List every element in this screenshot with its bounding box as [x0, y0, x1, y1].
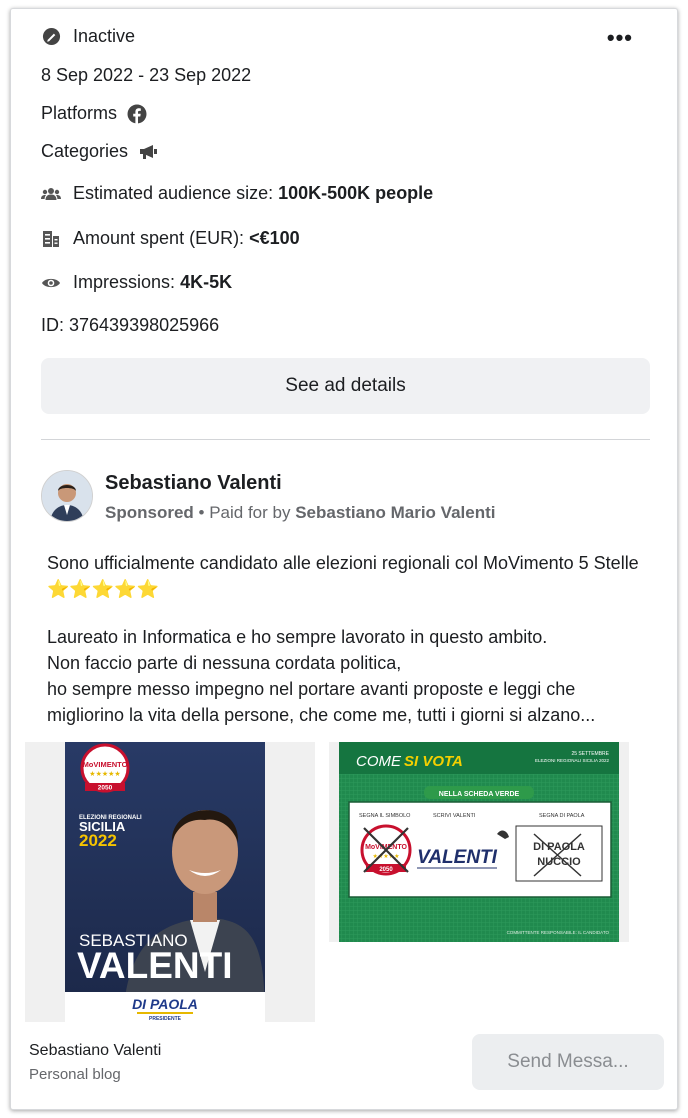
ad-card: Inactive ••• 8 Sep 2022 - 23 Sep 2022 Pl…	[10, 8, 678, 1110]
ballot-title-b: SI VOTA	[404, 753, 463, 770]
see-ad-details-button[interactable]: See ad details	[41, 358, 650, 414]
post-text-line: migliorino la vita della persone, che co…	[47, 705, 596, 725]
sponsored-line: Sponsored • Paid for by Sebastiano Mario…	[105, 503, 495, 523]
impressions-value: 4K-5K	[180, 272, 233, 292]
status-label: Inactive	[73, 26, 136, 46]
post-text: Sono ufficialmente candidato alle elezio…	[47, 550, 647, 728]
post-text-line: Sono ufficialmente candidato alle elezio…	[47, 553, 639, 599]
spent-row: Amount spent (EUR): <€100	[41, 228, 300, 249]
spent-label: Amount spent (EUR):	[73, 228, 245, 248]
footer-page-name[interactable]: Sebastiano Valenti	[29, 1042, 161, 1060]
poster-logo-text: MoVIMENTO	[83, 760, 128, 769]
sponsored-label: Sponsored	[105, 503, 194, 522]
ballot-title-a: COME	[356, 753, 402, 770]
post-text-line: ho sempre messo impegno nel portare avan…	[47, 679, 576, 699]
ad-id: ID: 376439398025966	[41, 315, 220, 335]
ballot-image[interactable]: COME SI VOTA 25 SETTEMBRE ELEZIONI REGIO…	[329, 742, 629, 942]
categories-label: Categories	[41, 141, 129, 161]
eye-icon	[41, 273, 61, 293]
impressions-row: Impressions: 4K-5K	[41, 272, 232, 293]
status-row: Inactive	[41, 26, 135, 47]
ballot-col3-label: SEGNA DI PAOLA	[539, 813, 585, 819]
svg-text:★★★★★: ★★★★★	[89, 770, 120, 778]
poster-footer-name: DI PAOLA	[132, 996, 198, 1012]
inactive-icon	[41, 27, 61, 47]
poster-image[interactable]: MoVIMENTO ★★★★★ 2050 ELEZIONI REGIONALI …	[25, 742, 315, 1022]
ballot-footnote: COMMITTENTE RESPONSABILE: IL CANDIDATO	[507, 930, 610, 935]
ballot-banner: NELLA SCHEDA VERDE	[439, 791, 520, 798]
ballot-write-in: VALENTI	[417, 847, 498, 868]
money-icon	[41, 229, 61, 249]
platforms-row: Platforms	[41, 103, 147, 124]
audience-label: Estimated audience size:	[73, 183, 274, 203]
poster-logo-year: 2050	[98, 785, 113, 792]
paid-for-name: Sebastiano Mario Valenti	[295, 503, 496, 522]
impressions-label: Impressions:	[73, 272, 176, 292]
page-name[interactable]: Sebastiano Valenti	[105, 472, 282, 495]
paid-for-prefix: • Paid for by	[193, 503, 296, 522]
post-text-line: Laureato in Informatica e ho sempre lavo…	[47, 627, 548, 647]
ballot-date: 25 SETTEMBRE	[571, 751, 609, 757]
audience-value: 100K-500K people	[278, 183, 434, 203]
date-range: 8 Sep 2022 - 23 Sep 2022	[41, 65, 252, 85]
post-text-line: Non faccio parte di nessuna cordata poli…	[47, 653, 402, 673]
poster-last-name: VALENTI	[77, 945, 233, 986]
ballot-col1-label: SEGNA IL SIMBOLO	[359, 813, 411, 819]
ballot-col2-label: SCRIVI VALENTI	[433, 813, 476, 819]
facebook-icon	[127, 104, 147, 124]
megaphone-icon	[138, 142, 158, 162]
divider	[41, 439, 650, 440]
poster-footer-role: PRESIDENTE	[149, 1016, 182, 1022]
audience-row: Estimated audience size: 100K-500K peopl…	[41, 183, 433, 204]
poster-year: 2022	[79, 831, 117, 850]
footer-subtitle: Personal blog	[29, 1066, 121, 1083]
ballot-date-sub: ELEZIONI REGIONALI SICILIA 2022	[535, 758, 610, 763]
more-options-icon[interactable]: •••	[607, 27, 633, 49]
people-icon	[41, 184, 61, 204]
categories-row: Categories	[41, 141, 158, 162]
platforms-label: Platforms	[41, 103, 118, 123]
ballot-logo-year: 2050	[379, 867, 393, 873]
spent-value: <€100	[249, 228, 300, 248]
avatar[interactable]	[41, 470, 93, 522]
send-message-button[interactable]: Send Messa...	[472, 1034, 664, 1090]
ballot-cross-line1: DI PAOLA	[533, 841, 585, 853]
